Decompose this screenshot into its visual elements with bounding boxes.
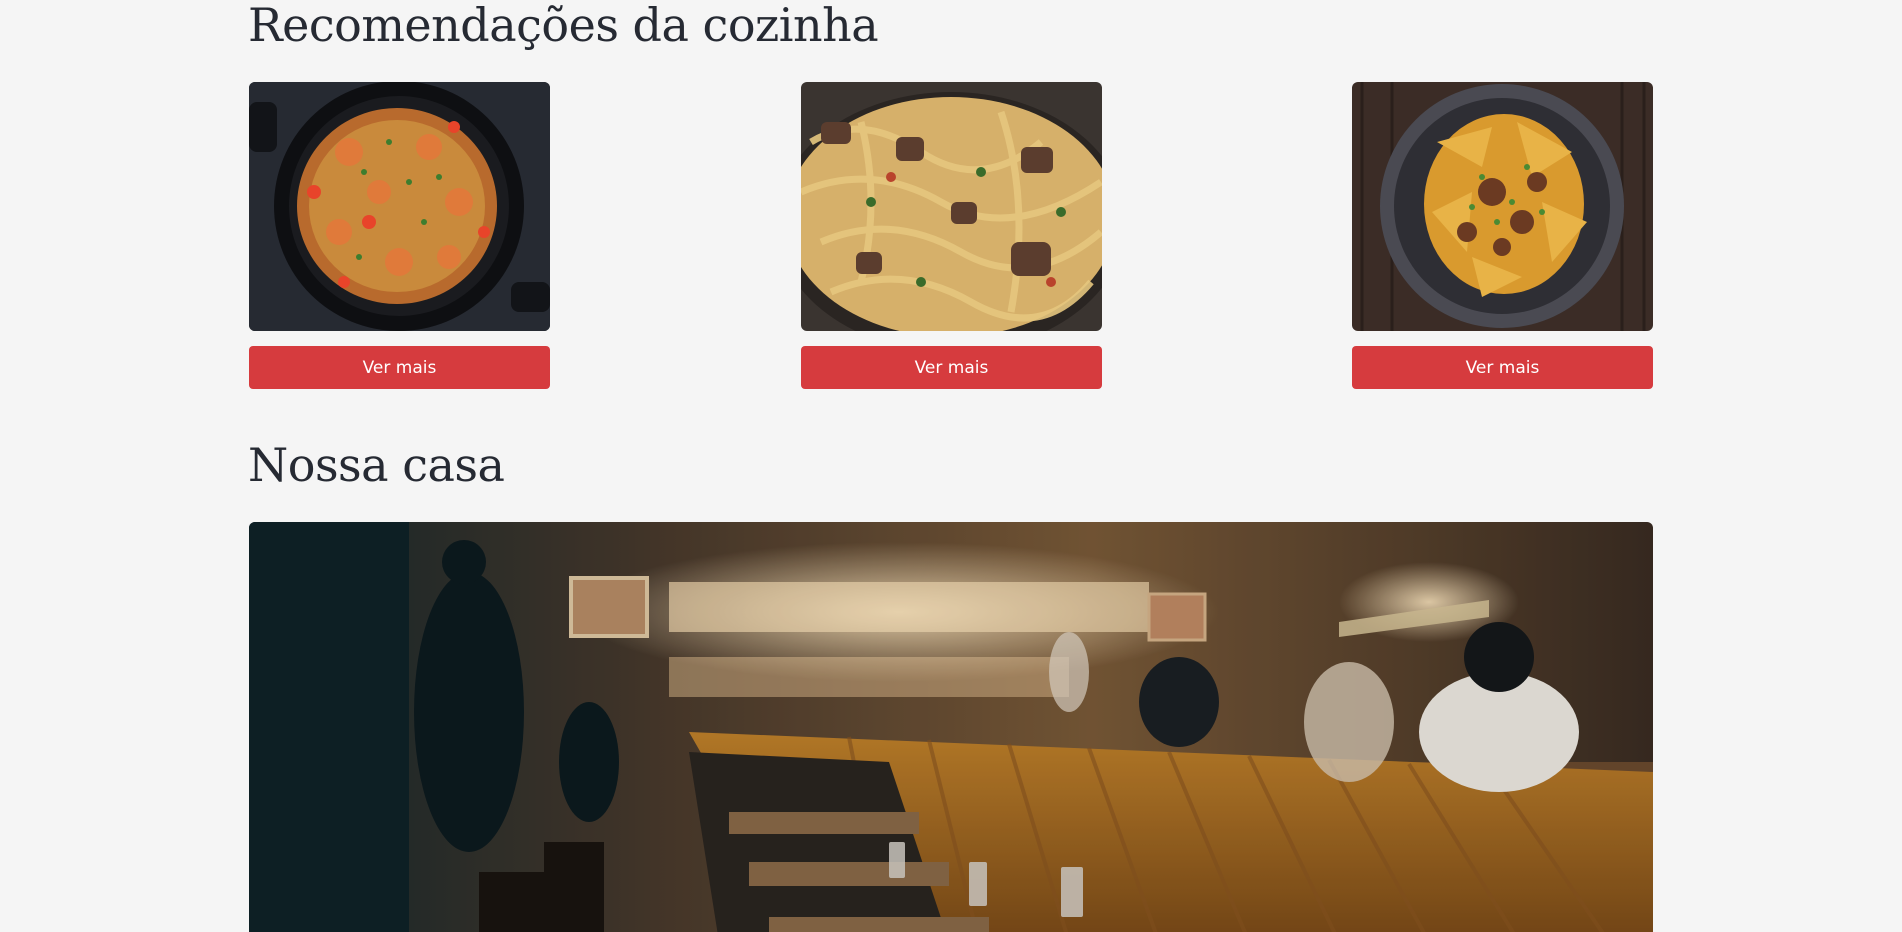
- see-more-button[interactable]: Ver mais: [801, 346, 1102, 389]
- dish-card: Ver mais: [1352, 82, 1653, 389]
- page: Recomendações da cozinha Ver mais Ver ma…: [0, 0, 1902, 932]
- house-title: Nossa casa: [248, 438, 505, 492]
- see-more-button[interactable]: Ver mais: [249, 346, 550, 389]
- pappardelle-ragu-image[interactable]: [1352, 82, 1653, 331]
- dish-card: Ver mais: [249, 82, 550, 389]
- see-more-button[interactable]: Ver mais: [1352, 346, 1653, 389]
- recommendations-title: Recomendações da cozinha: [248, 0, 879, 52]
- restaurant-interior-image: [249, 522, 1653, 932]
- shrimp-spaghetti-image[interactable]: [249, 82, 550, 331]
- beef-fettuccine-image[interactable]: [801, 82, 1102, 331]
- dish-card: Ver mais: [801, 82, 1102, 389]
